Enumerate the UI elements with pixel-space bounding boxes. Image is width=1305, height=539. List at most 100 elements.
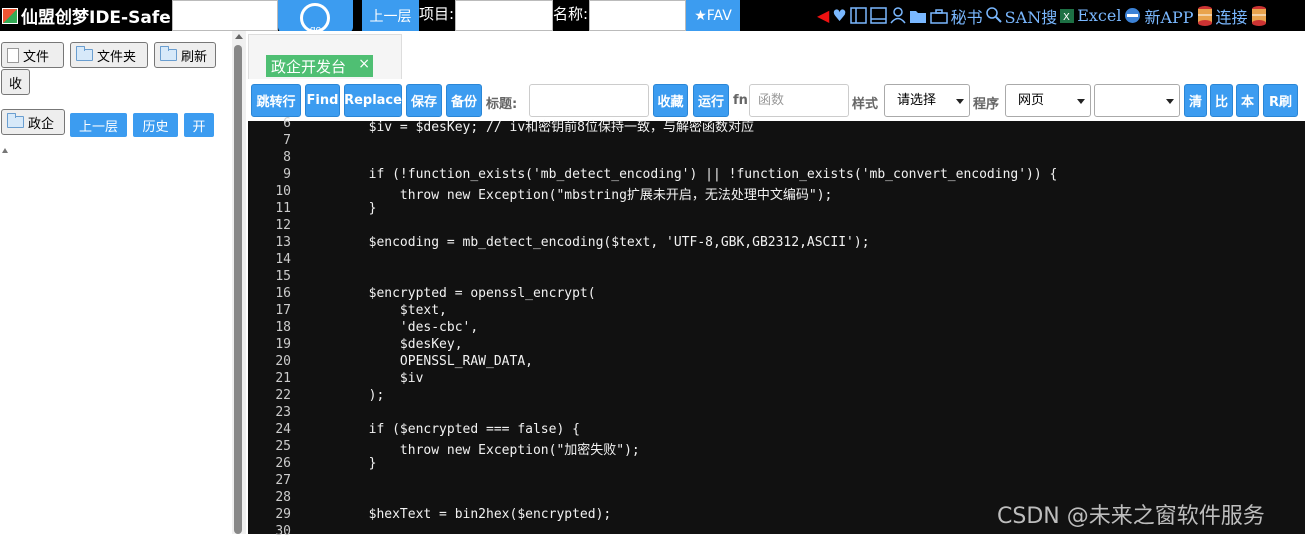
san-search-link[interactable]: SAN搜 [1005,4,1058,28]
replace-button[interactable]: Replace [344,84,402,117]
line-number: 24 [275,422,291,437]
excel-icon[interactable]: X [1060,8,1075,24]
file-explorer-panel: 文件 文件夹 刷新 收 政企 上一层 历史 开 [0,31,232,534]
line-number: 25 [275,439,291,454]
secretary-link[interactable]: 秘书 [951,4,983,28]
fav-button[interactable]: ★FAV [686,0,740,31]
program-select[interactable]: 网页 [1005,84,1091,117]
code-line[interactable]: $iv [306,371,424,386]
clear-button[interactable]: 清 [1184,84,1207,117]
code-line[interactable]: $encoding = mb_detect_encoding($text, 'U… [306,235,870,250]
excel-link[interactable]: Excel [1077,6,1121,25]
open-button[interactable]: 开 [184,113,214,137]
line-number: 17 [275,303,291,318]
new-folder-label: 文件夹 [97,49,137,65]
connect-link[interactable]: 连接 [1216,4,1248,28]
panel-icon[interactable] [869,7,887,24]
code-line[interactable]: $hexText = bin2hex($encrypted); [306,507,612,522]
r-refresh-button[interactable]: R刷 [1263,84,1298,117]
folder-icon [7,113,24,128]
find-button[interactable]: Find [305,84,340,117]
left-up-level-button[interactable]: 上一层 [70,113,127,137]
tab-enterprise-dev[interactable]: 政企开发台 × [266,55,373,77]
folder-icon [160,46,177,61]
line-number: 28 [275,490,291,505]
file-icon [7,47,19,63]
code-line[interactable]: throw new Exception("mbstring扩展未开启，无法处理中… [306,184,832,203]
go-button[interactable]: go [278,0,353,35]
history-button[interactable]: 历史 [133,113,178,137]
collect-button[interactable]: 收藏 [653,84,688,117]
path-input[interactable] [172,0,278,31]
title-label: 标题: [486,97,518,112]
project-input[interactable] [455,0,553,31]
watermark: CSDN @未来之窗软件服务 [997,504,1265,529]
top-bar: 仙盟创梦IDE-Safe go 上一层 项目: 名称: ★FAV ◀ ♥ 秘书 … [0,0,1305,35]
refresh-button[interactable]: 刷新 [154,42,216,68]
line-number: 20 [275,354,291,369]
app-logo: 仙盟创梦IDE-Safe [2,3,171,28]
local-button[interactable]: 本 [1236,84,1259,117]
function-input[interactable]: 函数 [749,84,849,117]
code-line[interactable]: OPENSSL_RAW_DATA, [306,354,533,369]
code-editor[interactable]: 6 7 8 9 10 11 12 13 14 15 16 17 18 19 20 21 22 23 24 25 26 27… [248,116,1305,539]
briefcase-icon[interactable] [929,8,948,24]
database-icon[interactable] [1197,5,1213,27]
tab-close-icon[interactable]: × [358,55,370,76]
collapse-button[interactable]: 收 [1,69,30,95]
code-line[interactable]: $encrypted = openssl_encrypt( [306,286,596,301]
code-line[interactable]: } [306,201,377,216]
line-number: 15 [275,269,291,284]
code-line[interactable]: } [306,456,377,471]
scroll-up-icon[interactable] [235,34,243,39]
scroll-thumb[interactable] [234,45,242,534]
compare-button[interactable]: 比 [1210,84,1233,117]
new-file-button[interactable]: 文件 [1,42,64,68]
style-select[interactable]: 请选择 [884,84,970,117]
line-number: 16 [275,286,291,301]
code-area[interactable]: $iv = $desKey; // iv和密钥前8位保持一致，与解密函数对应 i… [296,120,1305,534]
line-number: 12 [275,218,291,233]
new-folder-button[interactable]: 文件夹 [70,42,148,68]
code-line[interactable]: if ($encrypted === false) { [306,422,580,437]
code-line[interactable]: ); [306,388,385,403]
tree-expand-icon[interactable] [2,148,8,153]
user-icon[interactable] [890,7,906,24]
tree-root-folder[interactable]: 政企 [1,109,65,135]
code-line[interactable]: if (!function_exists('mb_detect_encoding… [306,167,1058,182]
up-level-button[interactable]: 上一层 [362,0,419,31]
code-line[interactable]: $text, [306,303,447,318]
run-button[interactable]: 运行 [693,84,729,117]
back-arrow-icon[interactable]: ◀ [817,6,829,25]
code-line[interactable]: $desKey, [306,337,463,352]
logo-icon [2,7,18,24]
left-scrollbar[interactable] [232,31,246,534]
line-number: 14 [275,252,291,267]
app-circle-icon[interactable] [1124,7,1141,24]
extra-select[interactable] [1094,84,1180,117]
folder-icon[interactable] [909,8,927,24]
line-number: 18 [275,320,291,335]
code-line[interactable]: $iv = $desKey; // iv和密钥前8位保持一致，与解密函数对应 [306,116,754,135]
line-number: 9 [283,167,291,182]
folder-icon [76,46,93,61]
refresh-label: 刷新 [181,49,208,65]
heart-icon[interactable]: ♥ [832,6,846,25]
style-select-value: 请选择 [897,93,937,108]
layout-icon[interactable] [849,7,867,24]
backup-button[interactable]: 备份 [446,84,482,117]
database-icon-2[interactable] [1251,5,1267,27]
style-label: 样式 [852,97,879,112]
name-input[interactable] [589,0,686,31]
code-line[interactable]: 'des-cbc', [306,320,478,335]
line-number: 27 [275,473,291,488]
goto-line-button[interactable]: 跳转行 [251,84,301,117]
save-button[interactable]: 保存 [406,84,442,117]
line-number: 7 [283,133,291,148]
search-icon[interactable] [985,7,1002,24]
line-number: 19 [275,337,291,352]
new-app-link[interactable]: 新APP [1144,4,1193,28]
line-number: 11 [275,201,291,216]
line-number: 8 [283,150,291,165]
title-input[interactable] [529,84,649,117]
